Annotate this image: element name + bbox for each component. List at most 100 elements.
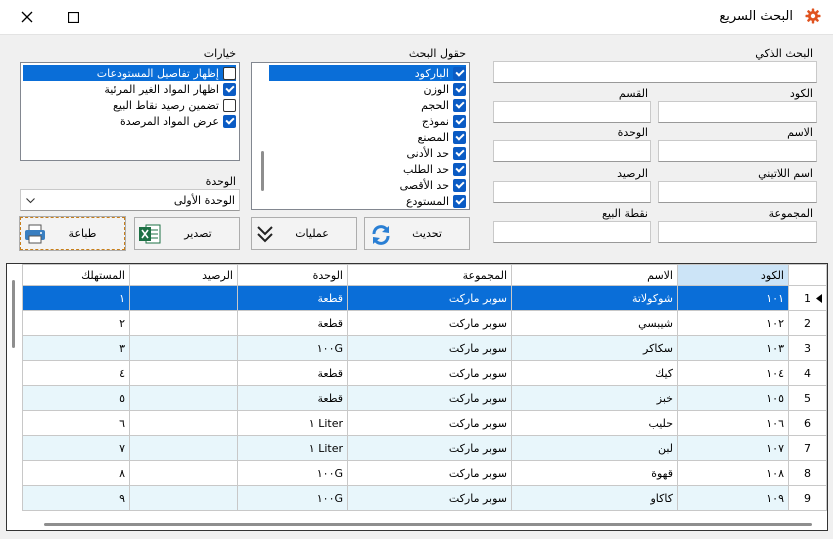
row-number[interactable]: 4	[788, 360, 827, 386]
cell-unit[interactable]: قطعة	[237, 385, 348, 411]
cell-name[interactable]: كاكاو	[511, 485, 678, 511]
cell-group[interactable]: سوبر ماركت	[347, 460, 512, 486]
checkbox[interactable]	[453, 146, 466, 160]
search-field-factory[interactable]: المصنع	[418, 129, 466, 145]
cell-name[interactable]: شيبسي	[511, 310, 678, 336]
cell-code[interactable]: ١٠٣	[677, 335, 789, 361]
print-button[interactable]: طباعة	[19, 216, 126, 251]
cell-unit[interactable]: قطعة	[237, 360, 348, 386]
cell-unit[interactable]: ١٠٠G	[237, 335, 348, 361]
cell-consumer[interactable]: ١	[22, 285, 130, 311]
option-show-reserved[interactable]: عرض المواد المرصدة	[120, 113, 236, 129]
grid-vertical-scrollbar[interactable]	[12, 280, 15, 348]
cell-name[interactable]: لبن	[511, 435, 678, 461]
cell-balance[interactable]	[129, 485, 238, 511]
checkbox[interactable]	[223, 82, 236, 96]
row-number[interactable]: 8	[788, 460, 827, 486]
search-fields-list[interactable]: الباركود الوزن الحجم نموذج المصنع حد الأ…	[251, 62, 470, 210]
cell-group[interactable]: سوبر ماركت	[347, 285, 512, 311]
table-row[interactable]: ٥ قطعة سوبر ماركت خبز ١٠٥ 5	[22, 385, 827, 411]
cell-balance[interactable]	[129, 335, 238, 361]
option-include-pos-balance[interactable]: تضمين رصيد نقاط البيع	[113, 97, 236, 113]
cell-balance[interactable]	[129, 410, 238, 436]
grid-horizontal-scrollbar[interactable]	[44, 523, 812, 526]
checkbox[interactable]	[453, 66, 466, 80]
cell-unit[interactable]: ١٠٠G	[237, 460, 348, 486]
cell-group[interactable]: سوبر ماركت	[347, 435, 512, 461]
search-field-model[interactable]: نموذج	[422, 113, 466, 129]
cell-code[interactable]: ١٠٥	[677, 385, 789, 411]
checkbox[interactable]	[453, 194, 466, 208]
cell-unit[interactable]: Liter ١	[237, 435, 348, 461]
cell-name[interactable]: كيك	[511, 360, 678, 386]
checkbox[interactable]	[453, 114, 466, 128]
checkbox[interactable]	[453, 178, 466, 192]
export-button[interactable]: تصدير	[134, 217, 240, 250]
close-button[interactable]	[16, 6, 38, 28]
latin-name-input[interactable]	[658, 181, 817, 203]
cell-consumer[interactable]: ٧	[22, 435, 130, 461]
cell-name[interactable]: شوكولاتة	[511, 285, 678, 311]
maximize-button[interactable]	[62, 6, 84, 28]
checkbox[interactable]	[453, 130, 466, 144]
cell-code[interactable]: ١٠١	[677, 285, 789, 311]
balance-input[interactable]	[493, 181, 651, 203]
cell-code[interactable]: ١٠٨	[677, 460, 789, 486]
sale-point-input[interactable]	[493, 221, 651, 243]
cell-group[interactable]: سوبر ماركت	[347, 485, 512, 511]
section-input[interactable]	[493, 101, 651, 123]
cell-group[interactable]: سوبر ماركت	[347, 310, 512, 336]
table-row[interactable]: ٩ ١٠٠G سوبر ماركت كاكاو ١٠٩ 9	[22, 485, 827, 511]
checkbox[interactable]	[453, 98, 466, 112]
search-field-barcode[interactable]: الباركود	[269, 65, 466, 81]
cell-code[interactable]: ١٠٦	[677, 410, 789, 436]
cell-balance[interactable]	[129, 385, 238, 411]
cell-balance[interactable]	[129, 460, 238, 486]
cell-consumer[interactable]: ٢	[22, 310, 130, 336]
option-show-invisible[interactable]: اظهار المواد الغير المرئية	[104, 81, 236, 97]
col-consumer-header[interactable]: المستهلك	[22, 264, 130, 286]
table-row[interactable]: ١ قطعة سوبر ماركت شوكولاتة ١٠١ 1	[22, 285, 827, 311]
col-code-header[interactable]: الكود	[677, 264, 789, 286]
row-number[interactable]: 5	[788, 385, 827, 411]
cell-unit[interactable]: ١٠٠G	[237, 485, 348, 511]
operations-button[interactable]: عمليات	[251, 217, 357, 250]
cell-group[interactable]: سوبر ماركت	[347, 360, 512, 386]
unit-dropdown[interactable]: الوحدة الأولى	[20, 189, 240, 211]
row-number[interactable]: 6	[788, 410, 827, 436]
code-input[interactable]	[658, 101, 817, 123]
group-input[interactable]	[658, 221, 817, 243]
row-number[interactable]: 7	[788, 435, 827, 461]
table-row[interactable]: ٦ Liter ١ سوبر ماركت حليب ١٠٦ 6	[22, 410, 827, 436]
cell-name[interactable]: سكاكر	[511, 335, 678, 361]
cell-name[interactable]: خبز	[511, 385, 678, 411]
cell-consumer[interactable]: ٣	[22, 335, 130, 361]
col-name-header[interactable]: الاسم	[511, 264, 678, 286]
row-number[interactable]: 2	[788, 310, 827, 336]
cell-unit[interactable]: Liter ١	[237, 410, 348, 436]
cell-balance[interactable]	[129, 285, 238, 311]
options-list[interactable]: إظهار تفاصيل المستودعات اظهار المواد الغ…	[20, 62, 240, 161]
cell-code[interactable]: ١٠٢	[677, 310, 789, 336]
cell-group[interactable]: سوبر ماركت	[347, 410, 512, 436]
cell-unit[interactable]: قطعة	[237, 310, 348, 336]
results-grid[interactable]: المستهلك الرصيد الوحدة المجموعة الاسم ال…	[6, 263, 828, 531]
table-row[interactable]: ٤ قطعة سوبر ماركت كيك ١٠٤ 4	[22, 360, 827, 386]
search-field-weight[interactable]: الوزن	[424, 81, 466, 97]
search-field-min[interactable]: حد الأدنى	[406, 145, 466, 161]
cell-balance[interactable]	[129, 435, 238, 461]
cell-name[interactable]: حليب	[511, 410, 678, 436]
unit-input[interactable]	[493, 140, 651, 162]
col-balance-header[interactable]: الرصيد	[129, 264, 238, 286]
row-number[interactable]: 9	[788, 485, 827, 511]
search-field-volume[interactable]: الحجم	[421, 97, 466, 113]
name-input[interactable]	[658, 140, 817, 162]
col-group-header[interactable]: المجموعة	[347, 264, 512, 286]
search-field-max[interactable]: حد الأقصى	[400, 177, 466, 193]
smart-search-input[interactable]	[493, 61, 817, 83]
cell-consumer[interactable]: ٩	[22, 485, 130, 511]
cell-code[interactable]: ١٠٩	[677, 485, 789, 511]
refresh-button[interactable]: تحديث	[364, 217, 470, 250]
cell-consumer[interactable]: ٦	[22, 410, 130, 436]
row-number[interactable]: 3	[788, 335, 827, 361]
